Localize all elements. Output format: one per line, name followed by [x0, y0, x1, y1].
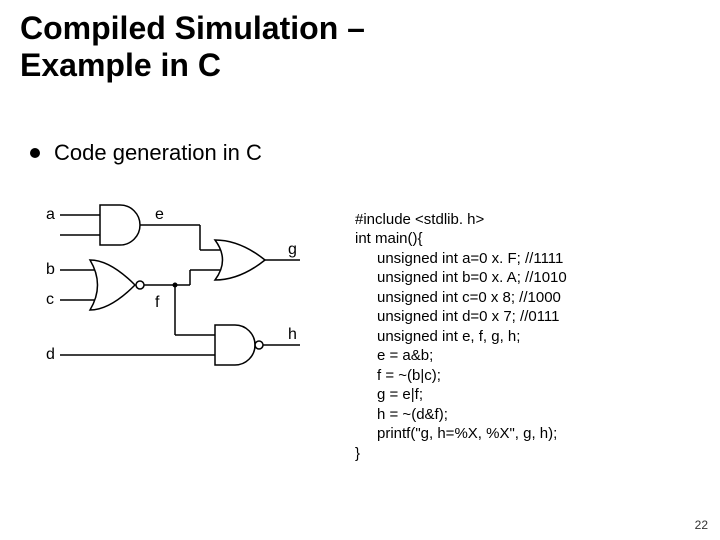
or-gate-g-icon	[215, 240, 265, 280]
label-a: a	[46, 206, 55, 223]
label-d: d	[46, 346, 55, 363]
label-e: e	[155, 206, 164, 223]
title-line-2: Example in C	[20, 47, 221, 83]
label-b: b	[46, 261, 55, 278]
label-g: g	[288, 241, 297, 258]
slide-title: Compiled Simulation – Example in C	[20, 10, 365, 84]
bullet-text: Code generation in C	[54, 140, 262, 166]
bullet-item: Code generation in C	[30, 140, 262, 166]
code-line: unsigned int c=0 x 8; //1000	[355, 288, 567, 308]
label-f: f	[155, 294, 160, 311]
code-line: unsigned int d=0 x 7; //0111	[355, 307, 567, 327]
code-line: }	[355, 445, 360, 462]
code-block: #include <stdlib. h> int main(){ unsigne…	[355, 190, 567, 463]
code-line: #include <stdlib. h>	[355, 211, 484, 228]
code-line: h = ~(d&f);	[355, 405, 567, 425]
logic-diagram: a b c d e f g h	[40, 195, 320, 385]
code-line: int main(){	[355, 230, 423, 247]
code-line: e = a&b;	[355, 346, 567, 366]
label-c: c	[46, 291, 54, 308]
nor-gate-f-icon	[90, 260, 135, 310]
page-number: 22	[695, 518, 708, 532]
nand-gate-h-icon	[215, 325, 255, 365]
label-h: h	[288, 326, 297, 343]
bullet-icon	[30, 148, 40, 158]
code-line: g = e|f;	[355, 385, 567, 405]
code-line: printf("g, h=%X, %X", g, h);	[355, 424, 567, 444]
code-line: unsigned int a=0 x. F; //1111	[355, 249, 567, 269]
code-line: unsigned int b=0 x. A; //1010	[355, 268, 567, 288]
title-line-1: Compiled Simulation –	[20, 10, 365, 46]
code-line: f = ~(b|c);	[355, 366, 567, 386]
and-gate-e-icon	[100, 205, 140, 245]
code-line: unsigned int e, f, g, h;	[355, 327, 567, 347]
